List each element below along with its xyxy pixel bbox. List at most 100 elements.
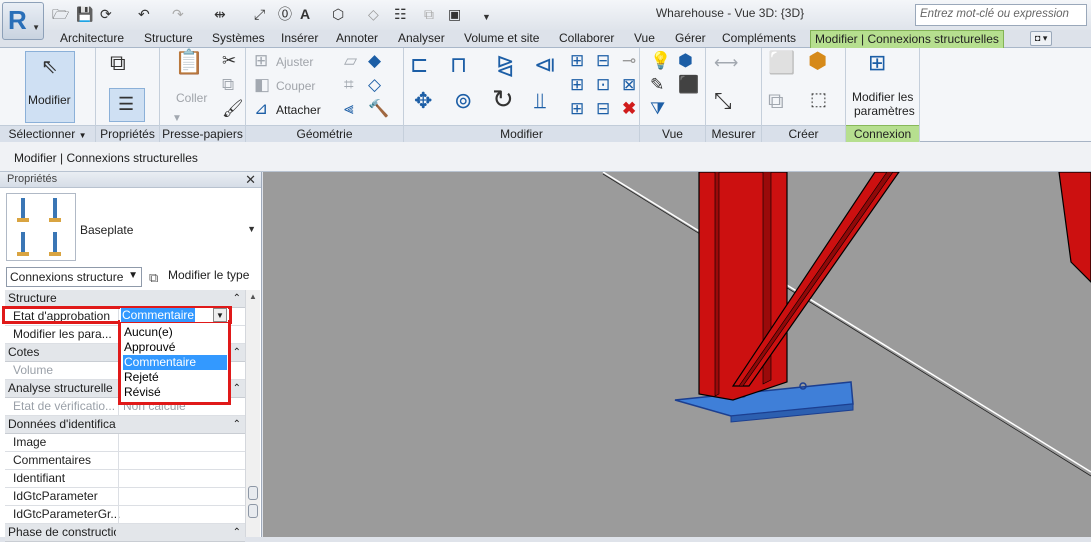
- modify-parameters-label-2[interactable]: paramètres: [854, 104, 915, 118]
- redo-icon[interactable]: ↷: [172, 6, 184, 22]
- trim-extend-icon[interactable]: ⫫: [534, 90, 546, 112]
- match-properties-icon[interactable]: 🖌: [222, 100, 244, 118]
- cut-geometry-icon[interactable]: ◧: [254, 76, 270, 94]
- scroll-up-icon[interactable]: ▲: [249, 292, 257, 301]
- connection-parameters-icon[interactable]: ⊞: [868, 52, 886, 74]
- property-row[interactable]: Image: [5, 434, 245, 452]
- steel-column[interactable]: [698, 172, 788, 401]
- dropdown-option[interactable]: Rejeté: [123, 370, 227, 385]
- rotate-icon[interactable]: ↻: [492, 86, 514, 112]
- section-icon[interactable]: ◇: [368, 6, 379, 22]
- split-icon[interactable]: ⊞: [570, 52, 584, 70]
- property-value[interactable]: [118, 470, 245, 488]
- tab-vue[interactable]: Vue: [630, 30, 659, 48]
- attach-icon[interactable]: ⊿: [254, 100, 268, 118]
- instance-filter-select[interactable]: Connexions structure ▼: [6, 267, 142, 287]
- wall-joins-icon[interactable]: ⌗: [344, 76, 354, 94]
- property-row[interactable]: Identifiant: [5, 470, 245, 488]
- save-icon[interactable]: 💾: [76, 6, 93, 22]
- search-input[interactable]: Entrez mot-clé ou expression: [915, 4, 1087, 26]
- property-value[interactable]: [118, 488, 245, 506]
- delete-icon[interactable]: ✖: [622, 100, 636, 118]
- scroll-handle-2[interactable]: [248, 504, 258, 518]
- tab-modifier-connexions[interactable]: Modifier | Connexions structurelles: [810, 30, 1004, 49]
- tab-volume-et-site[interactable]: Volume et site: [460, 30, 543, 48]
- copy-icon[interactable]: ⧉: [222, 76, 234, 94]
- override-graphics-icon[interactable]: ⬢: [678, 52, 693, 70]
- property-row[interactable]: IdGtcParameter: [5, 488, 245, 506]
- tab-inserer[interactable]: Insérer: [277, 30, 322, 48]
- properties-button[interactable]: ☰: [109, 88, 145, 122]
- split-face-icon[interactable]: ▱: [344, 52, 357, 70]
- type-properties-icon[interactable]: ⧉: [110, 52, 126, 74]
- property-group[interactable]: Données d'identification ⌃: [5, 416, 245, 434]
- collapse-icon[interactable]: ⌃: [233, 344, 241, 361]
- collapse-icon[interactable]: ⌃: [233, 416, 241, 433]
- filter-icon[interactable]: ⧩: [650, 100, 665, 118]
- pin-icon[interactable]: ⊸: [622, 52, 636, 70]
- remove-paint-icon[interactable]: ◇: [368, 76, 381, 94]
- undo-icon[interactable]: ↶: [138, 6, 150, 22]
- collapse-icon[interactable]: ⌃: [233, 380, 241, 397]
- tag-icon[interactable]: ⓪: [278, 6, 292, 22]
- trim-icon[interactable]: ⊞: [570, 100, 584, 118]
- mirror-pick-axis-icon[interactable]: ⧎: [496, 54, 514, 76]
- align-icon[interactable]: ⊏: [410, 54, 428, 76]
- split-gap-icon[interactable]: ⊟: [596, 52, 610, 70]
- approval-select[interactable]: Commentaire ▼: [120, 308, 228, 322]
- dropdown-option[interactable]: Commentaire: [123, 355, 227, 370]
- minimize-ribbon-icon[interactable]: ◘ ▾: [1030, 31, 1053, 46]
- tab-gerer[interactable]: Gérer: [671, 30, 710, 48]
- property-value[interactable]: [118, 506, 245, 524]
- collapse-icon[interactable]: ⌃: [233, 290, 241, 307]
- modify-button[interactable]: ⇖ Modifier: [25, 51, 75, 123]
- tab-complements[interactable]: Compléments: [718, 30, 800, 48]
- linework-icon[interactable]: ✎: [650, 76, 664, 94]
- hide-icon[interactable]: ⬛: [678, 76, 699, 94]
- modify-parameters-label-1[interactable]: Modifier les: [852, 90, 913, 104]
- dimension-icon[interactable]: ⤢: [254, 6, 265, 22]
- chevron-down-icon[interactable]: ▼: [247, 224, 256, 234]
- unpin-icon[interactable]: ⊠: [622, 76, 636, 94]
- aligned-dimension-icon[interactable]: ⤡: [714, 90, 732, 112]
- move-icon[interactable]: ✥: [414, 90, 432, 112]
- property-row[interactable]: IdGtcParameterGr...: [5, 506, 245, 524]
- tab-collaborer[interactable]: Collaborer: [555, 30, 618, 48]
- chevron-down-icon[interactable]: ▼: [213, 308, 227, 322]
- tab-annoter[interactable]: Annoter: [332, 30, 382, 48]
- join-label[interactable]: Ajuster: [276, 55, 313, 69]
- create-parts-icon[interactable]: ⬢: [808, 50, 827, 72]
- close-hidden-icon[interactable]: ⧉: [424, 6, 434, 22]
- mirror-draw-axis-icon[interactable]: ⧏: [534, 54, 556, 76]
- property-row[interactable]: Commentaires: [5, 452, 245, 470]
- sync-icon[interactable]: ⟳: [100, 6, 112, 22]
- 3d-viewport[interactable]: [263, 172, 1091, 537]
- close-icon[interactable]: ✕: [245, 172, 256, 188]
- join-icon[interactable]: ⊞: [254, 52, 268, 70]
- tab-analyser[interactable]: Analyser: [394, 30, 449, 48]
- paint-icon[interactable]: ◆: [368, 52, 381, 70]
- cut-geometry-label[interactable]: Couper: [276, 79, 315, 93]
- switch-windows-icon[interactable]: ▣: [448, 6, 461, 22]
- array-icon[interactable]: ⊞: [570, 76, 584, 94]
- create-assembly-icon[interactable]: ⬜: [768, 52, 795, 74]
- create-group-icon[interactable]: ⧉: [768, 90, 784, 112]
- dropdown-option[interactable]: Révisé: [123, 385, 227, 400]
- open-icon[interactable]: 🗁: [52, 6, 69, 22]
- create-similar-icon[interactable]: ⬚: [810, 90, 827, 108]
- application-menu-button[interactable]: R ▼: [2, 2, 44, 40]
- copy-element-icon[interactable]: ⊚: [454, 90, 472, 112]
- type-selector[interactable]: Baseplate ▼: [6, 193, 258, 261]
- beam-join-icon[interactable]: ⫷: [344, 100, 354, 118]
- measure-icon[interactable]: ⇹: [214, 6, 226, 22]
- 3d-view-icon[interactable]: ⬡: [332, 6, 344, 22]
- text-icon[interactable]: A: [300, 6, 310, 22]
- property-group[interactable]: Phase de construction ⌃: [5, 524, 245, 542]
- property-value[interactable]: [118, 452, 245, 470]
- edit-type-button[interactable]: ⧉ Modifier le type: [148, 266, 249, 286]
- panel-label-selectionner[interactable]: Sélectionner ▼: [0, 125, 95, 142]
- thin-lines-icon[interactable]: ☷: [394, 6, 407, 22]
- measure-between-icon[interactable]: ⟷: [714, 54, 738, 72]
- lightbulb-icon[interactable]: 💡: [650, 52, 671, 70]
- attach-label[interactable]: Attacher: [276, 103, 321, 117]
